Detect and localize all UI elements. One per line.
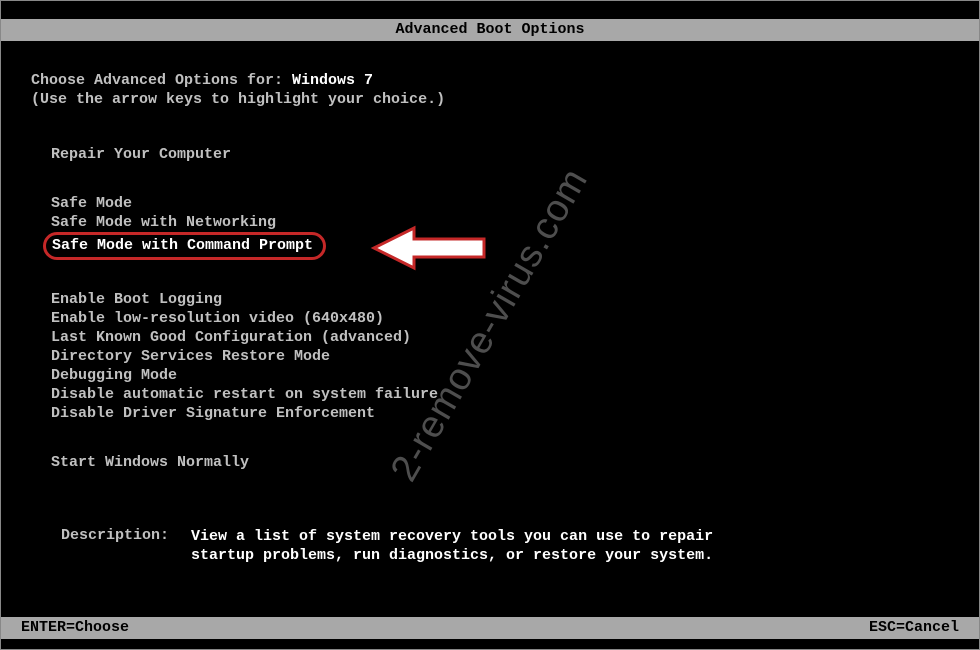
os-name: Windows 7: [292, 72, 373, 89]
menu-item-start-normally[interactable]: Start Windows Normally: [51, 453, 249, 472]
menu-item-last-known-good[interactable]: Last Known Good Configuration (advanced): [51, 328, 411, 347]
menu-item-directory-services[interactable]: Directory Services Restore Mode: [51, 347, 330, 366]
title-text: Advanced Boot Options: [395, 21, 584, 38]
title-bar: Advanced Boot Options: [1, 19, 979, 41]
menu-item-boot-logging[interactable]: Enable Boot Logging: [51, 290, 222, 309]
options-group: Enable Boot Logging Enable low-resolutio…: [51, 290, 949, 423]
menu-section: Repair Your Computer Safe Mode Safe Mode…: [31, 145, 949, 472]
menu-item-safe-mode[interactable]: Safe Mode: [51, 194, 132, 213]
description-label: Description:: [61, 527, 191, 565]
menu-item-safe-mode-networking[interactable]: Safe Mode with Networking: [51, 213, 276, 232]
footer-right: ESC=Cancel: [869, 617, 959, 639]
menu-item-debugging[interactable]: Debugging Mode: [51, 366, 177, 385]
safe-mode-group: Safe Mode Safe Mode with Networking Safe…: [51, 194, 949, 260]
menu-item-low-res[interactable]: Enable low-resolution video (640x480): [51, 309, 384, 328]
intro-line-1: Choose Advanced Options for: Windows 7: [31, 71, 949, 90]
footer-left: ENTER=Choose: [21, 617, 129, 639]
description-text: View a list of system recovery tools you…: [191, 527, 751, 565]
normal-group: Start Windows Normally: [51, 453, 949, 472]
footer-bar: ENTER=Choose ESC=Cancel: [1, 617, 979, 639]
content-area: Choose Advanced Options for: Windows 7 (…: [1, 41, 979, 565]
description-section: Description: View a list of system recov…: [31, 527, 949, 565]
menu-item-disable-restart[interactable]: Disable automatic restart on system fail…: [51, 385, 438, 404]
menu-item-safe-mode-cmd[interactable]: Safe Mode with Command Prompt: [43, 232, 326, 260]
intro-line-2: (Use the arrow keys to highlight your ch…: [31, 90, 949, 109]
menu-item-disable-sig[interactable]: Disable Driver Signature Enforcement: [51, 404, 375, 423]
menu-item-repair[interactable]: Repair Your Computer: [51, 145, 231, 164]
